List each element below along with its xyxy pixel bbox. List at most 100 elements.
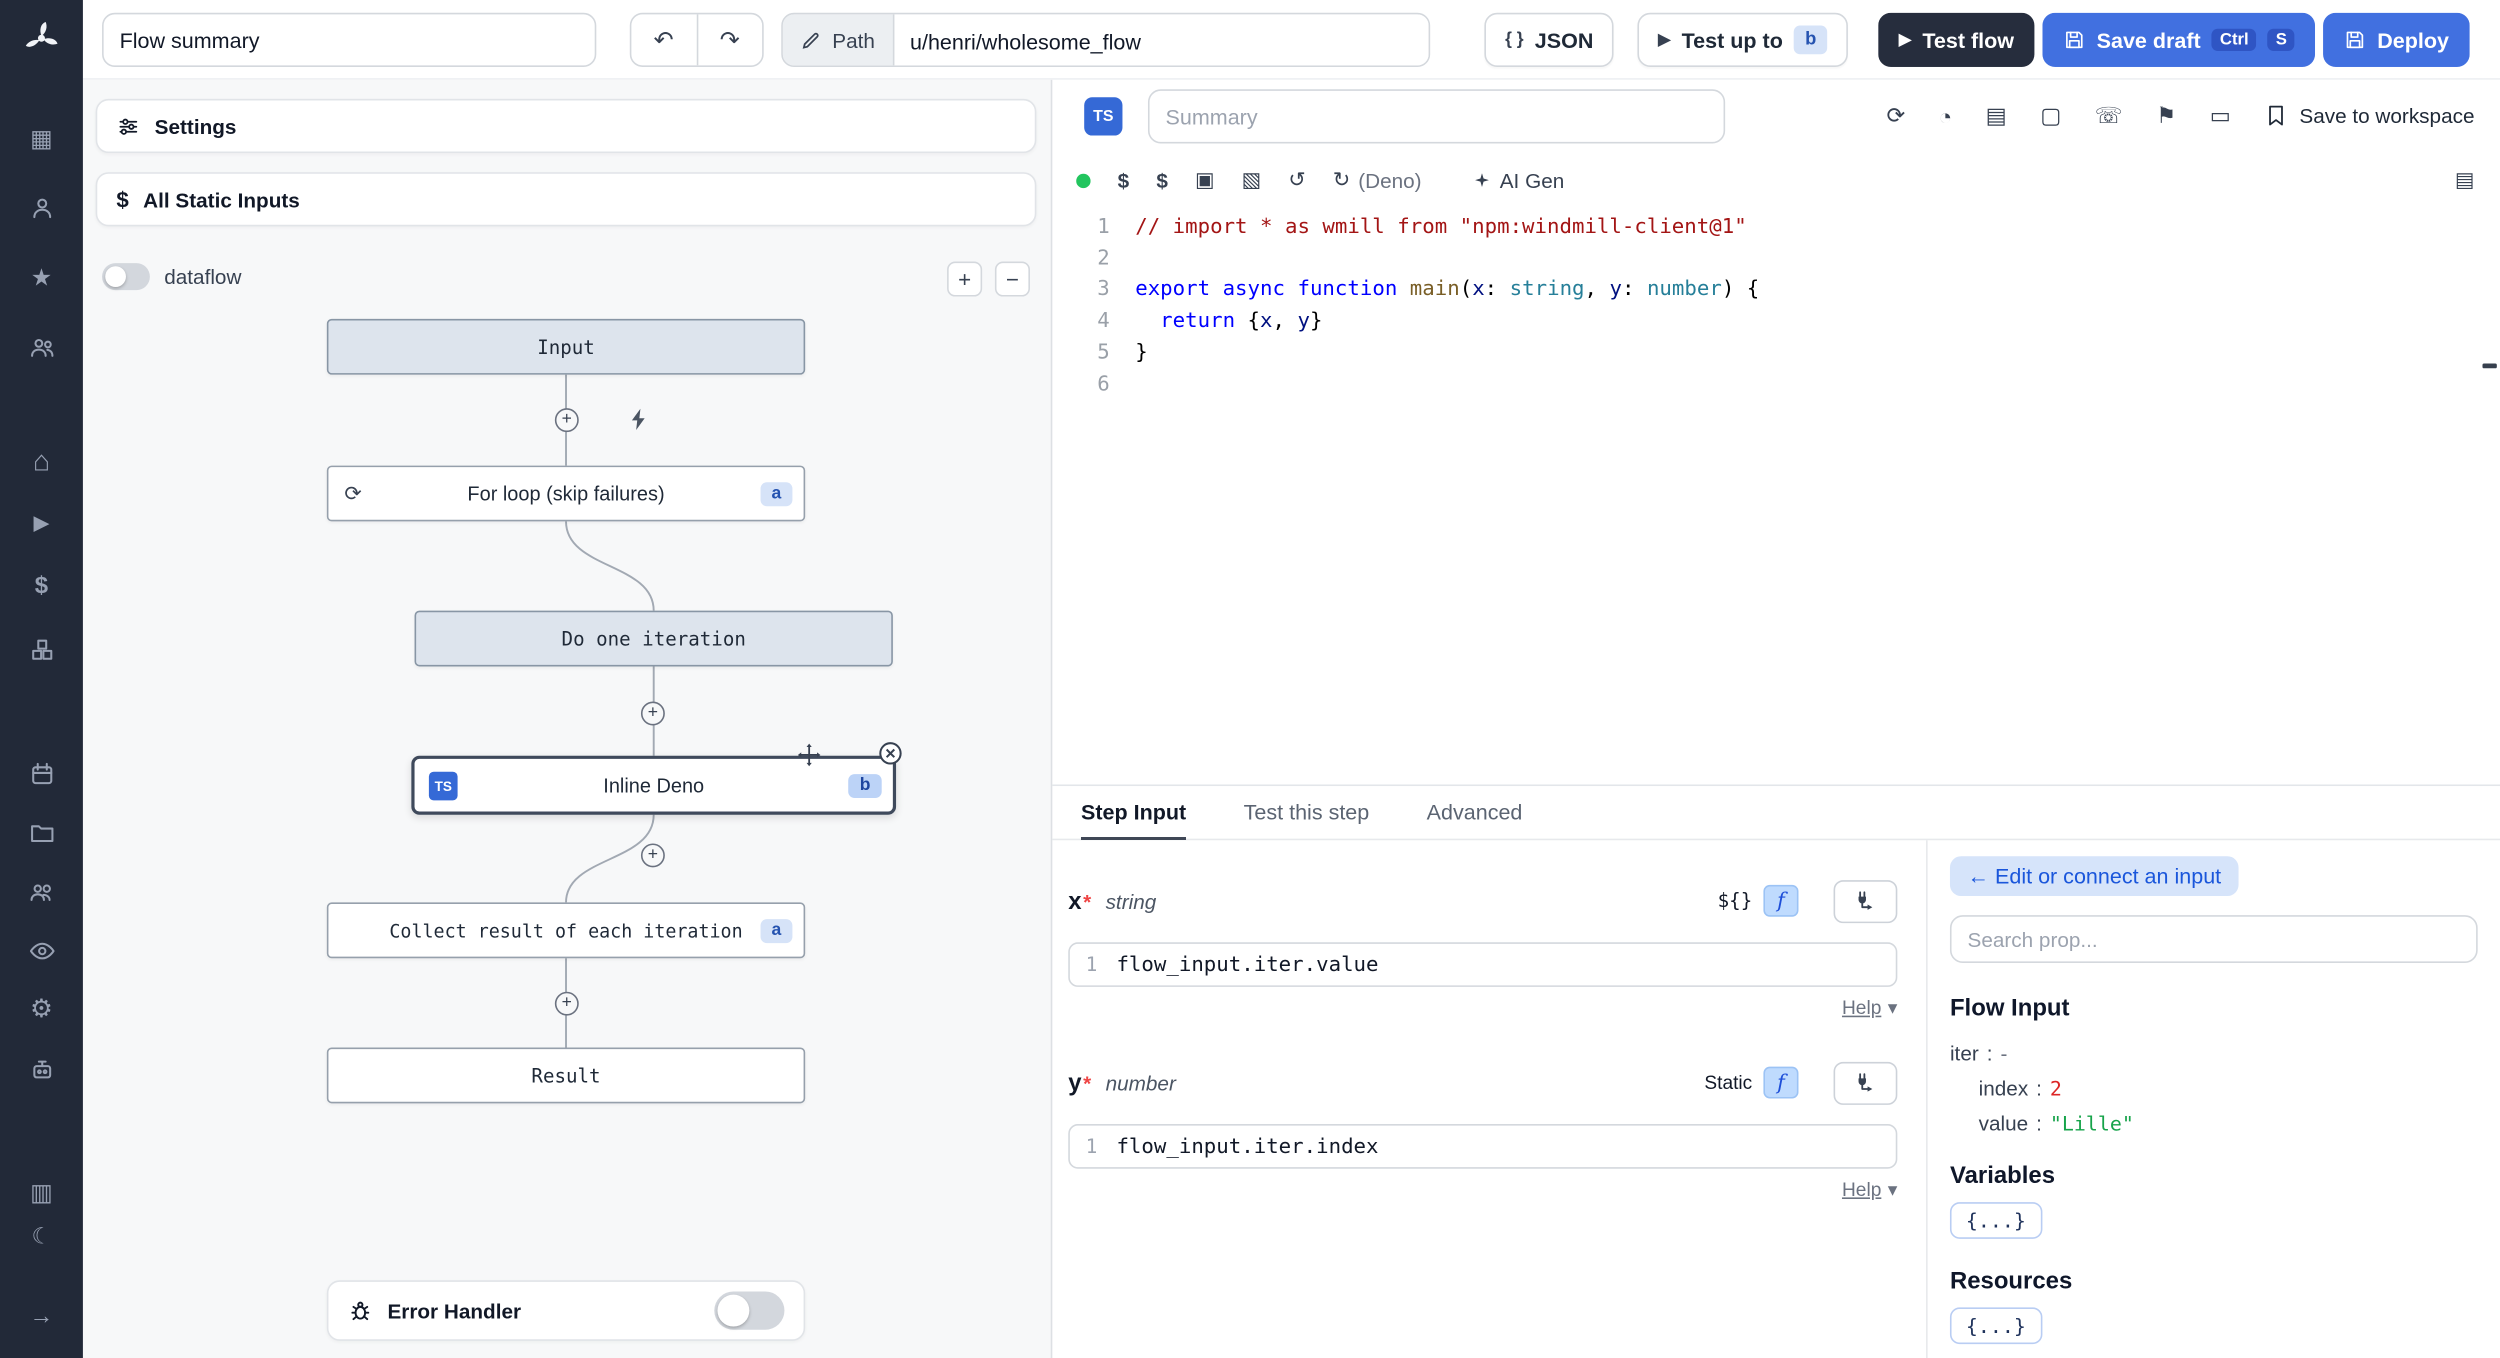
node-inline-deno[interactable]: TS Inline Deno b xyxy=(411,755,897,815)
node-delete-button[interactable] xyxy=(877,740,904,767)
sidebar-item-apps[interactable]: ▦ xyxy=(0,115,83,163)
test-up-to-button[interactable]: ▶ Test up to b xyxy=(1637,12,1849,67)
error-handler-toggle[interactable] xyxy=(714,1291,785,1330)
zoom-out-button[interactable]: − xyxy=(994,261,1030,297)
editor-scrollbar[interactable] xyxy=(2482,363,2497,369)
sidebar-item-settings[interactable]: ⚙ xyxy=(0,985,83,1033)
add-step-button-1[interactable]: + xyxy=(554,408,579,433)
test-flow-button[interactable]: ▶ Test flow xyxy=(1878,12,2035,67)
field-y-mode-toggle[interactable]: Static xyxy=(1704,1071,1752,1093)
field-y-connect-button[interactable] xyxy=(1833,1061,1898,1105)
tab-test-this-step[interactable]: Test this step xyxy=(1244,785,1370,839)
field-y-expression-input[interactable]: 1 flow_input.iter.index xyxy=(1068,1124,1898,1169)
add-step-button-3[interactable]: + xyxy=(640,843,665,868)
field-y-function-toggle[interactable]: f xyxy=(1763,1066,1799,1099)
search-prop-input[interactable] xyxy=(1949,915,2478,964)
error-handler-row[interactable]: Error Handler xyxy=(326,1280,806,1341)
dataflow-toggle[interactable] xyxy=(102,263,150,291)
code-line-content: export async function main(x: string, y:… xyxy=(1135,278,1760,302)
json-button[interactable]: { } JSON xyxy=(1484,12,1615,67)
step-detail-pane: Step Input Test this step Advanced x * s… xyxy=(1052,784,2500,1358)
tree-row-index[interactable]: index : 2 xyxy=(1950,1070,2478,1105)
sleep-icon[interactable]: ⚑ xyxy=(2156,102,2176,129)
insert-resource-button[interactable]: $ xyxy=(1156,168,1168,192)
redo-icon: ↷ xyxy=(719,27,740,55)
sidebar-item-folders[interactable] xyxy=(0,808,83,856)
early-stop-icon[interactable]: ◔ xyxy=(1939,103,1953,129)
sidebar-item-groups[interactable] xyxy=(0,867,83,915)
insert-variable-button[interactable]: $ xyxy=(1118,168,1130,192)
add-step-button-2[interactable]: + xyxy=(640,701,665,726)
tree-row-iter[interactable]: iter : - xyxy=(1950,1035,2478,1070)
flow-summary-input[interactable] xyxy=(102,12,597,67)
add-step-button-4[interactable]: + xyxy=(554,991,579,1016)
format-icon[interactable]: ▧ xyxy=(1242,167,1262,193)
flow-settings-button[interactable]: Settings xyxy=(95,98,1037,154)
edit-or-connect-pill[interactable]: ← Edit or connect an input xyxy=(1949,856,2239,897)
assistant-reload-button[interactable]: ↻ (Deno) xyxy=(1333,167,1422,193)
redo-button[interactable]: ↷ xyxy=(695,14,762,66)
code-line[interactable]: 2 xyxy=(1052,243,2481,274)
step-summary-input[interactable] xyxy=(1147,89,1726,144)
plus-icon: + xyxy=(647,845,659,865)
package-icon[interactable]: ▣ xyxy=(1195,167,1215,193)
windmill-logo[interactable] xyxy=(0,13,83,64)
mock-icon[interactable]: ▢ xyxy=(2040,102,2061,129)
field-x-help-link[interactable]: Help xyxy=(1842,997,1881,1019)
code-line[interactable]: 1 // import * as wmill from "npm:windmill… xyxy=(1052,212,2481,243)
code-line[interactable]: 4 return {x, y} xyxy=(1052,306,2481,337)
chevron-down-icon[interactable]: ▾ xyxy=(1888,997,1898,1019)
docs-book-button[interactable]: ▤ xyxy=(2455,167,2475,193)
zoom-in-button[interactable]: + xyxy=(947,261,983,297)
sidebar-item-audit[interactable] xyxy=(0,926,83,974)
node-move-handle[interactable] xyxy=(796,741,823,768)
field-x-mode-toggle[interactable]: ${} xyxy=(1718,890,1753,912)
code-line[interactable]: 5} xyxy=(1052,338,2481,369)
sidebar-item-docs[interactable]: ▥ xyxy=(0,1169,83,1217)
variables-object-chip[interactable]: {...} xyxy=(1949,1202,2042,1239)
resources-object-chip[interactable]: {...} xyxy=(1949,1307,2042,1345)
sidebar-expand[interactable]: → xyxy=(0,1291,83,1339)
sidebar-item-profile[interactable] xyxy=(0,183,83,231)
code-line[interactable]: 3 export async function main(x: string, y… xyxy=(1052,275,2481,306)
node-iteration[interactable]: Do one iteration xyxy=(414,610,893,667)
tree-row-value[interactable]: value : "Lille" xyxy=(1950,1105,2478,1140)
undo-button[interactable]: ↶ xyxy=(631,14,696,65)
path-edit-button[interactable]: Path xyxy=(782,14,895,66)
sidebar-item-workers[interactable] xyxy=(0,1046,83,1094)
node-input[interactable]: Input xyxy=(326,318,806,375)
cache-icon[interactable]: ▤ xyxy=(1986,102,2007,129)
path-input[interactable] xyxy=(894,14,1429,66)
pin-icon[interactable]: ▭ xyxy=(2210,102,2231,129)
save-to-workspace-button[interactable]: Save to workspace xyxy=(2264,104,2475,128)
node-forloop[interactable]: ⟳ For loop (skip failures) a xyxy=(326,465,806,522)
field-x-function-toggle[interactable]: f xyxy=(1763,884,1799,917)
reset-button[interactable]: ↺ xyxy=(1288,167,1305,193)
code-editor[interactable]: 1 // import * as wmill from "npm:windmill… xyxy=(1052,212,2481,784)
tab-advanced[interactable]: Advanced xyxy=(1427,785,1523,839)
deploy-button[interactable]: Deploy xyxy=(2323,12,2470,67)
sidebar-item-resources[interactable] xyxy=(0,625,83,673)
sidebar-item-theme[interactable]: ☾ xyxy=(0,1212,83,1260)
trigger-bolt-button[interactable] xyxy=(627,407,653,433)
save-draft-button[interactable]: Save draft Ctrl S xyxy=(2042,12,2316,67)
field-x-expression-input[interactable]: 1 flow_input.iter.value xyxy=(1068,942,1898,987)
sidebar-item-home[interactable]: ⌂ xyxy=(0,437,83,485)
chevron-down-icon[interactable]: ▾ xyxy=(1888,1178,1898,1200)
sidebar-item-variables[interactable]: $ xyxy=(0,561,83,609)
sidebar-item-runs[interactable]: ▶ xyxy=(0,499,83,547)
node-collect[interactable]: Collect result of each iteration a xyxy=(326,902,806,959)
tab-step-input[interactable]: Step Input xyxy=(1081,785,1186,839)
all-static-inputs-button[interactable]: $ All Static Inputs xyxy=(95,172,1037,227)
field-x-connect-button[interactable] xyxy=(1833,879,1898,923)
node-result[interactable]: Result xyxy=(326,1047,806,1104)
sidebar-item-workspace-users[interactable] xyxy=(0,322,83,370)
field-y-help-link[interactable]: Help xyxy=(1842,1178,1881,1200)
code-line[interactable]: 6 xyxy=(1052,369,2481,400)
suspend-icon[interactable]: ☏ xyxy=(2095,102,2123,129)
sidebar-item-favorites[interactable]: ★ xyxy=(0,254,83,302)
ai-gen-button[interactable]: AI Gen xyxy=(1471,168,1564,192)
sidebar-item-schedules[interactable] xyxy=(0,749,83,797)
retry-icon[interactable]: ⟳ xyxy=(1886,102,1905,129)
tree-collapse-iter[interactable]: - xyxy=(2000,1040,2007,1064)
